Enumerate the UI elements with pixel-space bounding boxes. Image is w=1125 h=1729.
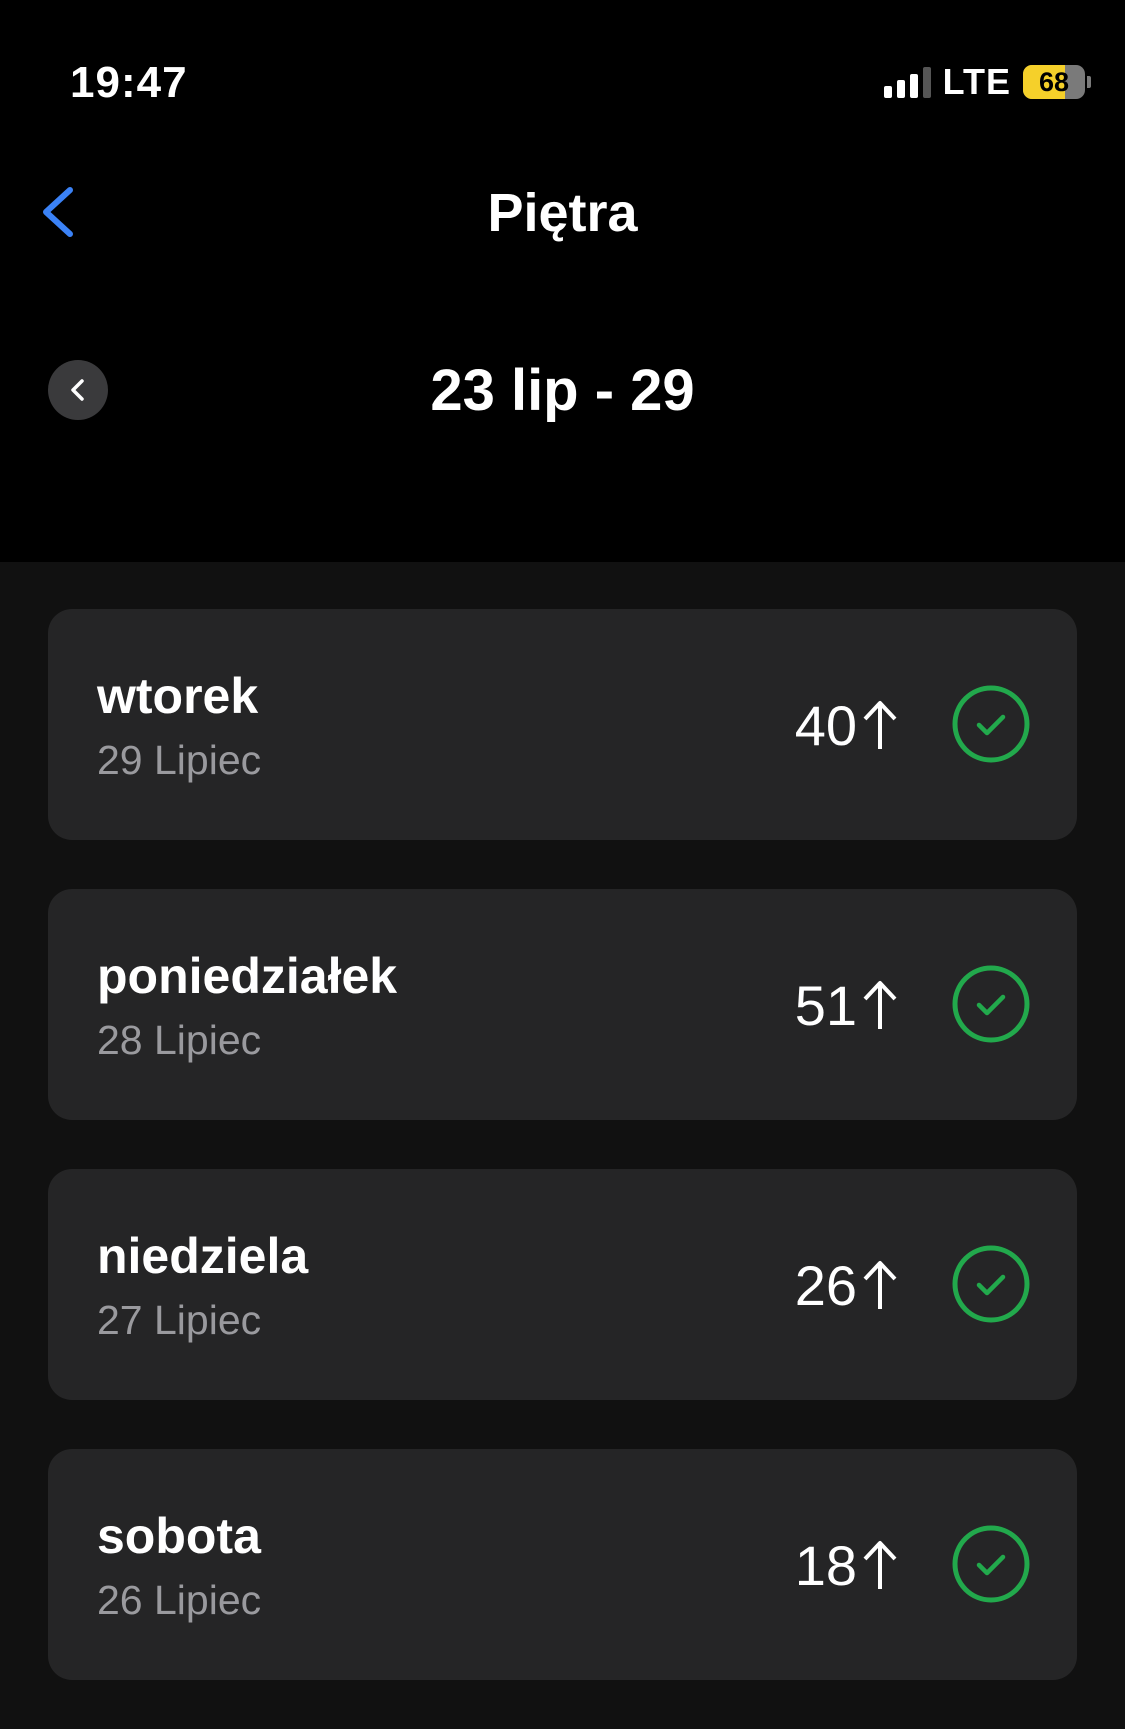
check-circle-icon: [952, 965, 1030, 1043]
day-date: 28 Lipiec: [97, 1017, 262, 1063]
arrow-up-icon: [863, 1261, 897, 1309]
day-date: 27 Lipiec: [97, 1297, 262, 1343]
day-card[interactable]: poniedziałek 28 Lipiec 51: [48, 889, 1077, 1120]
check-circle-icon: [952, 685, 1030, 763]
day-card[interactable]: sobota 26 Lipiec 18: [48, 1449, 1077, 1680]
day-list: wtorek 29 Lipiec 40 poniedziałek 28 Lipi…: [48, 609, 1077, 1729]
battery-level: 68: [1038, 66, 1070, 97]
arrow-up-icon: [863, 1541, 897, 1589]
day-date: 26 Lipiec: [97, 1577, 262, 1623]
check-circle-icon: [952, 1525, 1030, 1603]
arrow-up-icon: [863, 701, 897, 749]
day-name: sobota: [97, 1508, 261, 1564]
day-name: wtorek: [97, 668, 259, 724]
battery-icon: 68: [1023, 65, 1091, 99]
check-circle-icon: [952, 1245, 1030, 1323]
status-time: 19:47: [70, 58, 188, 107]
signal-icon: [883, 66, 931, 98]
day-card[interactable]: niedziela 27 Lipiec 26: [48, 1169, 1077, 1400]
header: 19:47 LTE 68 Piętra 23 lip - 29: [0, 0, 1125, 562]
day-name: niedziela: [97, 1228, 309, 1284]
page-title: Piętra: [487, 183, 638, 243]
day-name: poniedziałek: [97, 948, 398, 1004]
status-indicators: LTE 68: [883, 61, 1091, 102]
day-card[interactable]: wtorek 29 Lipiec 40: [48, 609, 1077, 840]
day-date: 29 Lipiec: [97, 737, 262, 783]
period-label: 23 lip - 29: [430, 358, 695, 423]
arrow-up-icon: [863, 981, 897, 1029]
network-type: LTE: [942, 61, 1011, 102]
